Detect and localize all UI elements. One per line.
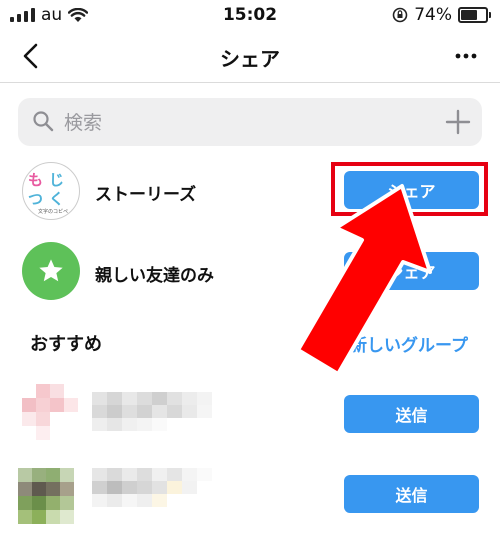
story-avatar: も じ つ く 文字のコピペ [22,162,80,220]
contact-name-2 [92,468,212,507]
suggested-title: おすすめ [30,334,102,355]
status-right: 74% [392,5,491,25]
send-button-1[interactable]: 送信 [344,395,479,433]
search-input[interactable] [62,108,426,138]
close-friends-avatar [22,242,80,300]
stories-label: ストーリーズ [95,185,197,205]
contact-avatar-2 [18,468,74,524]
highlight-box [331,162,488,216]
search-box[interactable] [18,98,482,146]
star-icon [39,259,63,282]
svg-text:も: も [28,171,43,189]
status-bar: au 15:02 74% [0,0,500,30]
svg-text:つ: つ [28,190,43,208]
svg-text:文字のコピペ: 文字のコピペ [38,208,68,215]
more-button[interactable] [448,40,484,72]
orientation-lock-icon [392,7,408,23]
share-close-friends-button[interactable]: シェア [344,252,479,290]
svg-text:く: く [49,190,64,208]
plus-icon[interactable] [444,108,472,136]
close-friends-label: 親しい友達のみ [95,266,214,286]
battery-icon [458,7,491,23]
battery-percent: 74% [414,5,452,25]
page-title: シェア [220,47,280,71]
new-group-link[interactable]: 新しいグループ [350,331,468,356]
battery-fill [461,10,478,20]
contact-avatar-1 [22,384,78,440]
svg-text:じ: じ [49,171,64,189]
nav-bar: シェア [0,30,500,83]
search-icon [33,111,54,132]
mojitsuku-logo: も じ つ く 文字のコピペ [28,171,68,215]
send-button-2[interactable]: 送信 [344,475,479,513]
contact-name-1 [92,392,212,431]
more-icon [455,53,477,59]
